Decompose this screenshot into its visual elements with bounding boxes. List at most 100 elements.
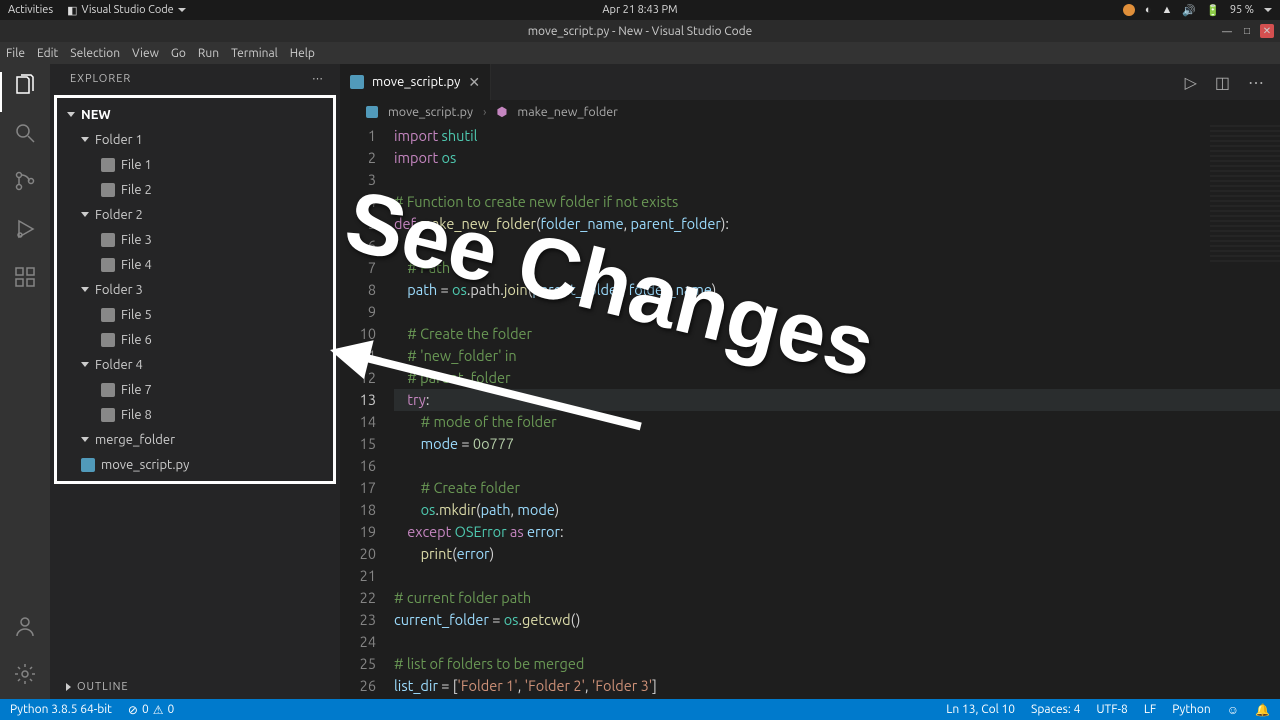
- battery-label: 95 %: [1230, 4, 1254, 16]
- tree-file[interactable]: File 8: [57, 402, 333, 427]
- split-editor-icon[interactable]: ◫: [1215, 73, 1230, 92]
- menu-go[interactable]: Go: [171, 47, 186, 60]
- breadcrumb[interactable]: move_script.py › ⬢ make_new_folder: [340, 100, 1280, 125]
- tree-file[interactable]: move_script.py: [57, 452, 333, 477]
- debug-icon[interactable]: [12, 216, 38, 242]
- battery-icon[interactable]: 🔋: [1206, 4, 1220, 17]
- file-icon: [101, 233, 115, 247]
- activity-bar: [0, 64, 50, 699]
- eol[interactable]: LF: [1144, 703, 1156, 717]
- outline-section[interactable]: OUTLINE: [50, 675, 340, 699]
- editor-group: move_script.py ✕ ▷ ◫ ⋯ move_script.py › …: [340, 64, 1280, 699]
- chevron-down-icon: [178, 8, 186, 12]
- breadcrumb-symbol: make_new_folder: [517, 105, 618, 119]
- file-icon: [101, 258, 115, 272]
- extensions-icon[interactable]: [12, 264, 38, 290]
- file-label: File 2: [121, 183, 152, 197]
- tree-root[interactable]: NEW: [57, 102, 333, 127]
- minimize-button[interactable]: —: [1220, 24, 1234, 38]
- more-icon[interactable]: ⋯: [1248, 73, 1264, 92]
- menu-view[interactable]: View: [132, 47, 159, 60]
- problems[interactable]: ⊘ 0 ⚠ 0: [128, 703, 174, 717]
- folder-label: Folder 2: [95, 208, 143, 222]
- tree-folder[interactable]: Folder 1: [57, 127, 333, 152]
- tree-file[interactable]: File 1: [57, 152, 333, 177]
- menu-edit[interactable]: Edit: [37, 47, 58, 60]
- tree-file[interactable]: File 5: [57, 302, 333, 327]
- file-icon: [101, 333, 115, 347]
- tab-bar: move_script.py ✕ ▷ ◫ ⋯: [340, 64, 1280, 100]
- scm-icon[interactable]: [12, 168, 38, 194]
- chevron-down-icon[interactable]: [1264, 8, 1272, 12]
- gear-icon[interactable]: [12, 661, 38, 687]
- menu-help[interactable]: Help: [290, 47, 315, 60]
- menu-file[interactable]: File: [6, 47, 25, 60]
- chevron-down-icon: [81, 212, 89, 217]
- file-label: File 5: [121, 308, 152, 322]
- vscode-icon: ◧: [67, 4, 77, 17]
- file-label: move_script.py: [101, 458, 189, 472]
- sidebar: EXPLORER ⋯ NEW Folder 1 File 1 File 2 Fo…: [50, 64, 340, 699]
- run-icon[interactable]: ▷: [1185, 73, 1197, 92]
- file-icon: [101, 408, 115, 422]
- status-bar: Python 3.8.5 64-bit ⊘ 0 ⚠ 0 Ln 13, Col 1…: [0, 699, 1280, 720]
- network-icon[interactable]: ▲: [1162, 4, 1173, 16]
- chevron-down-icon: [81, 137, 89, 142]
- indentation[interactable]: Spaces: 4: [1031, 703, 1080, 717]
- code-editor[interactable]: 1234567891011121314151617181920212223242…: [340, 125, 1280, 699]
- file-label: File 6: [121, 333, 152, 347]
- close-tab-icon[interactable]: ✕: [468, 74, 480, 91]
- file-label: File 8: [121, 408, 152, 422]
- chevron-down-icon: [81, 437, 89, 442]
- outline-label: OUTLINE: [77, 681, 129, 693]
- tree-folder[interactable]: Folder 2: [57, 202, 333, 227]
- menu-run[interactable]: Run: [198, 47, 219, 60]
- tree-folder[interactable]: Folder 4: [57, 352, 333, 377]
- raise-icon[interactable]: ◐: [1145, 4, 1152, 16]
- folder-label: Folder 1: [95, 133, 143, 147]
- explorer-tree-highlight: NEW Folder 1 File 1 File 2 Folder 2 File…: [54, 95, 336, 484]
- encoding[interactable]: UTF-8: [1096, 703, 1127, 717]
- activities-button[interactable]: Activities: [8, 4, 53, 17]
- app-menu[interactable]: ◧ Visual Studio Code: [67, 4, 186, 17]
- tab-label: move_script.py: [372, 75, 460, 89]
- folder-label: Folder 3: [95, 283, 143, 297]
- folder-label: merge_folder: [95, 433, 175, 447]
- clock[interactable]: Apr 21 8:43 PM: [602, 4, 677, 16]
- feedback-icon[interactable]: ☺: [1227, 703, 1239, 717]
- volume-icon[interactable]: 🔊: [1182, 4, 1196, 17]
- tree-file[interactable]: File 3: [57, 227, 333, 252]
- explorer-title: EXPLORER: [70, 73, 131, 85]
- minimap[interactable]: [1210, 125, 1280, 265]
- menu-bar: File Edit Selection View Go Run Terminal…: [0, 42, 1280, 64]
- bell-icon[interactable]: 🔔: [1255, 703, 1270, 717]
- account-icon[interactable]: [12, 613, 38, 639]
- file-icon: [101, 308, 115, 322]
- search-icon[interactable]: [12, 120, 38, 146]
- chevron-down-icon: [81, 287, 89, 292]
- file-label: File 4: [121, 258, 152, 272]
- more-icon[interactable]: ⋯: [312, 72, 324, 85]
- file-label: File 1: [121, 158, 152, 172]
- tree-folder[interactable]: merge_folder: [57, 427, 333, 452]
- file-icon: [101, 383, 115, 397]
- tree-file[interactable]: File 6: [57, 327, 333, 352]
- tab-move-script[interactable]: move_script.py ✕: [340, 64, 491, 100]
- root-label: NEW: [81, 108, 111, 122]
- tree-file[interactable]: File 4: [57, 252, 333, 277]
- menu-terminal[interactable]: Terminal: [231, 47, 278, 60]
- cursor-position[interactable]: Ln 13, Col 10: [946, 703, 1015, 717]
- tree-file[interactable]: File 7: [57, 377, 333, 402]
- python-file-icon: [366, 106, 378, 118]
- explorer-icon[interactable]: [12, 72, 38, 98]
- close-button[interactable]: ✕: [1260, 24, 1274, 38]
- tree-file[interactable]: File 2: [57, 177, 333, 202]
- tree-folder[interactable]: Folder 3: [57, 277, 333, 302]
- folder-label: Folder 4: [95, 358, 143, 372]
- python-version[interactable]: Python 3.8.5 64-bit: [10, 703, 112, 716]
- python-file-icon: [350, 75, 364, 89]
- maximize-button[interactable]: □: [1240, 24, 1254, 38]
- language-mode[interactable]: Python: [1172, 703, 1211, 717]
- update-icon[interactable]: [1123, 4, 1135, 16]
- menu-selection[interactable]: Selection: [70, 47, 120, 60]
